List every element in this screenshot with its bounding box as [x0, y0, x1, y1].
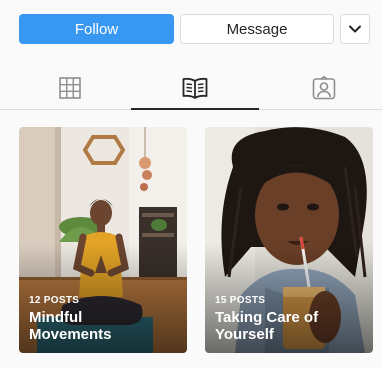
guide-caption: 12 POSTS Mindful Movements [29, 295, 179, 343]
profile-guides-view: Follow Message 12 POSTS Mindful Movement… [0, 0, 382, 368]
chevron-down-icon [349, 25, 361, 33]
guide-post-count: 12 POSTS [29, 295, 80, 306]
guide-caption: 15 POSTS Taking Care of Yourself [215, 295, 365, 343]
message-button[interactable]: Message [180, 14, 334, 44]
tab-posts-grid[interactable] [20, 66, 120, 110]
profile-tabs [0, 66, 382, 110]
grid-icon [59, 77, 81, 99]
tab-tagged[interactable] [274, 66, 374, 110]
follow-button[interactable]: Follow [19, 14, 174, 44]
profile-actions: Follow Message [19, 14, 371, 46]
guide-title: Mindful Movements [29, 309, 112, 343]
guide-title: Taking Care of Yourself [215, 309, 319, 343]
tab-guides[interactable] [131, 66, 259, 110]
guide-post-count: 15 POSTS [215, 295, 266, 306]
guide-card[interactable]: 12 POSTS Mindful Movements [19, 127, 187, 353]
active-tab-indicator [131, 108, 259, 110]
open-book-icon [182, 77, 208, 99]
more-options-button[interactable] [340, 14, 370, 44]
guide-card[interactable]: 15 POSTS Taking Care of Yourself [205, 127, 373, 353]
tagged-person-icon [312, 76, 336, 100]
